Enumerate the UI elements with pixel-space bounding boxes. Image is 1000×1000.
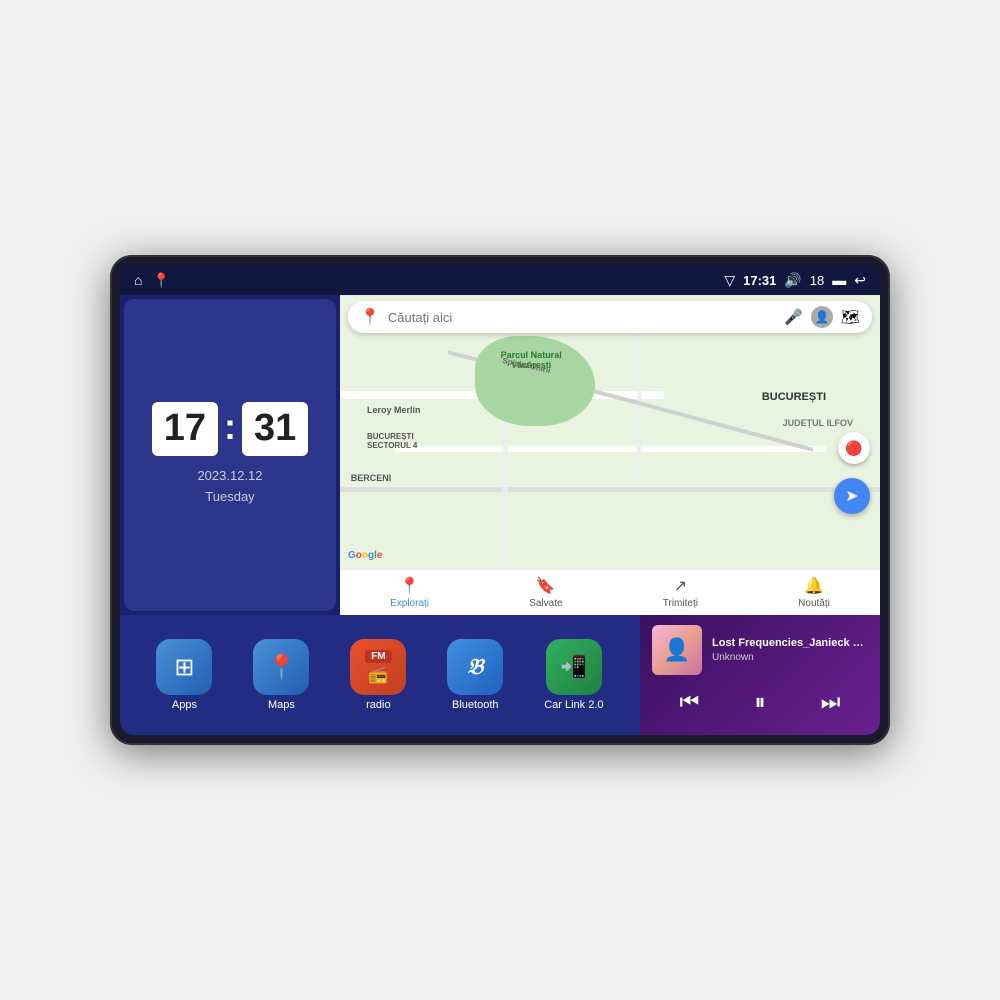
main-content: 17 : 31 2023.12.12 Tuesday 📍 🎤 — [120, 295, 880, 615]
app-icon-apps[interactable]: ⊞ Apps — [156, 639, 212, 711]
map-nav-bar: 📍 Explorați 🔖 Salvate ↗ Trimiteți 🔔 Nout… — [340, 569, 880, 615]
map-label-judetul: JUDEȚUL ILFOV — [783, 418, 853, 428]
music-prev-button[interactable]: ⏮ — [670, 685, 710, 719]
map-navigate-button[interactable]: ➤ — [834, 478, 870, 514]
carlink-icon-bg: 📲 — [546, 639, 602, 695]
music-controls: ⏮ ⏸ ⏭ — [652, 685, 868, 719]
status-left-icons: ⌂ 📍 — [134, 272, 170, 289]
map-nav-saved[interactable]: 🔖 Salvate — [529, 576, 562, 609]
apps-label: Apps — [172, 699, 197, 711]
explore-icon: 📍 — [400, 576, 420, 596]
battery-level: 18 — [810, 273, 824, 288]
music-text-area: Lost Frequencies_Janieck Devy-... Unknow… — [712, 637, 868, 663]
carlink-label: Car Link 2.0 — [544, 699, 603, 711]
left-panel: 17 : 31 2023.12.12 Tuesday — [120, 295, 340, 615]
account-icon[interactable]: 👤 — [811, 306, 833, 328]
clock-colon: : — [224, 406, 236, 448]
location-pin-icon[interactable]: 📍 — [152, 272, 169, 289]
app-icon-carlink[interactable]: 📲 Car Link 2.0 — [544, 639, 603, 711]
music-artist: Unknown — [712, 652, 868, 663]
music-info: 👤 Lost Frequencies_Janieck Devy-... Unkn… — [652, 625, 868, 675]
music-album-art: 👤 — [652, 625, 702, 675]
explore-label: Explorați — [390, 598, 429, 609]
apps-icon-bg: ⊞ — [156, 639, 212, 695]
map-label-berceni: BERCENI — [351, 473, 392, 483]
saved-label: Salvate — [529, 598, 562, 609]
clock-minute: 31 — [242, 402, 308, 456]
news-label: Noutăți — [798, 598, 830, 609]
maps-icon-bg: 📍 — [253, 639, 309, 695]
status-bar: ⌂ 📍 ▽ 17:31 🔊 18 ▬ ↩ — [120, 265, 880, 295]
maps-label: Maps — [268, 699, 295, 711]
status-time: 17:31 — [743, 273, 776, 288]
device-screen: ⌂ 📍 ▽ 17:31 🔊 18 ▬ ↩ 17 : 31 — [120, 265, 880, 735]
app-icon-maps[interactable]: 📍 Maps — [253, 639, 309, 711]
map-nav-news[interactable]: 🔔 Noutăți — [798, 576, 830, 609]
day-text: Tuesday — [197, 487, 262, 508]
back-icon[interactable]: ↩ — [854, 272, 866, 289]
layers-icon[interactable]: 🗺 — [841, 308, 860, 326]
date-display: 2023.12.12 Tuesday — [197, 466, 262, 508]
date-text: 2023.12.12 — [197, 466, 262, 487]
mic-icon[interactable]: 🎤 — [784, 308, 803, 326]
bluetooth-label: Bluetooth — [452, 699, 498, 711]
google-maps-icon: 📍 — [360, 307, 380, 327]
music-playpause-button[interactable]: ⏸ — [744, 685, 775, 719]
bluetooth-icon-bg: 𝔅 — [447, 639, 503, 695]
bottom-row: ⊞ Apps 📍 Maps FM 📻 radio — [120, 615, 880, 735]
app-icon-bluetooth[interactable]: 𝔅 Bluetooth — [447, 639, 503, 711]
news-icon: 🔔 — [804, 576, 824, 596]
map-body[interactable]: TRAPEZULUI BUCUREȘTI JUDEȚUL ILFOV Parcu… — [340, 295, 880, 569]
share-label: Trimiteți — [663, 598, 698, 609]
battery-icon: ▬ — [832, 272, 846, 288]
clock-hour: 17 — [152, 402, 218, 456]
music-next-button[interactable]: ⏭ — [811, 685, 851, 719]
map-search-bar: 📍 🎤 👤 🗺 — [348, 301, 872, 333]
radio-label: radio — [366, 699, 390, 711]
map-search-input[interactable] — [388, 310, 776, 325]
radio-icon-bg: FM 📻 — [350, 639, 406, 695]
app-tray: ⊞ Apps 📍 Maps FM 📻 radio — [120, 615, 640, 735]
music-title: Lost Frequencies_Janieck Devy-... — [712, 637, 868, 649]
clock-display: 17 : 31 — [152, 402, 309, 456]
signal-icon: ▽ — [724, 272, 735, 289]
google-logo: Google — [348, 550, 382, 561]
share-icon: ↗ — [674, 576, 687, 596]
map-label-sector4: BUCUREȘTISECTORUL 4 — [367, 432, 417, 450]
map-nav-explore[interactable]: 📍 Explorați — [390, 576, 429, 609]
status-right-area: ▽ 17:31 🔊 18 ▬ ↩ — [724, 272, 866, 289]
home-icon[interactable]: ⌂ — [134, 272, 142, 288]
map-label-leroy: Leroy Merlin — [367, 405, 421, 415]
music-panel: 👤 Lost Frequencies_Janieck Devy-... Unkn… — [640, 615, 880, 735]
map-label-bucuresti: BUCUREȘTI — [762, 391, 826, 403]
map-nav-share[interactable]: ↗ Trimiteți — [663, 576, 698, 609]
map-background: TRAPEZULUI BUCUREȘTI JUDEȚUL ILFOV Parcu… — [340, 295, 880, 569]
saved-icon: 🔖 — [536, 576, 556, 596]
app-icon-radio[interactable]: FM 📻 radio — [350, 639, 406, 711]
music-art-image: 👤 — [652, 625, 702, 675]
device-frame: ⌂ 📍 ▽ 17:31 🔊 18 ▬ ↩ 17 : 31 — [110, 255, 890, 745]
map-panel: 📍 🎤 👤 🗺 — [340, 295, 880, 615]
map-compass-button[interactable]: 🔴 — [838, 432, 870, 464]
clock-section: 17 : 31 2023.12.12 Tuesday — [124, 299, 336, 611]
volume-icon: 🔊 — [784, 272, 801, 289]
